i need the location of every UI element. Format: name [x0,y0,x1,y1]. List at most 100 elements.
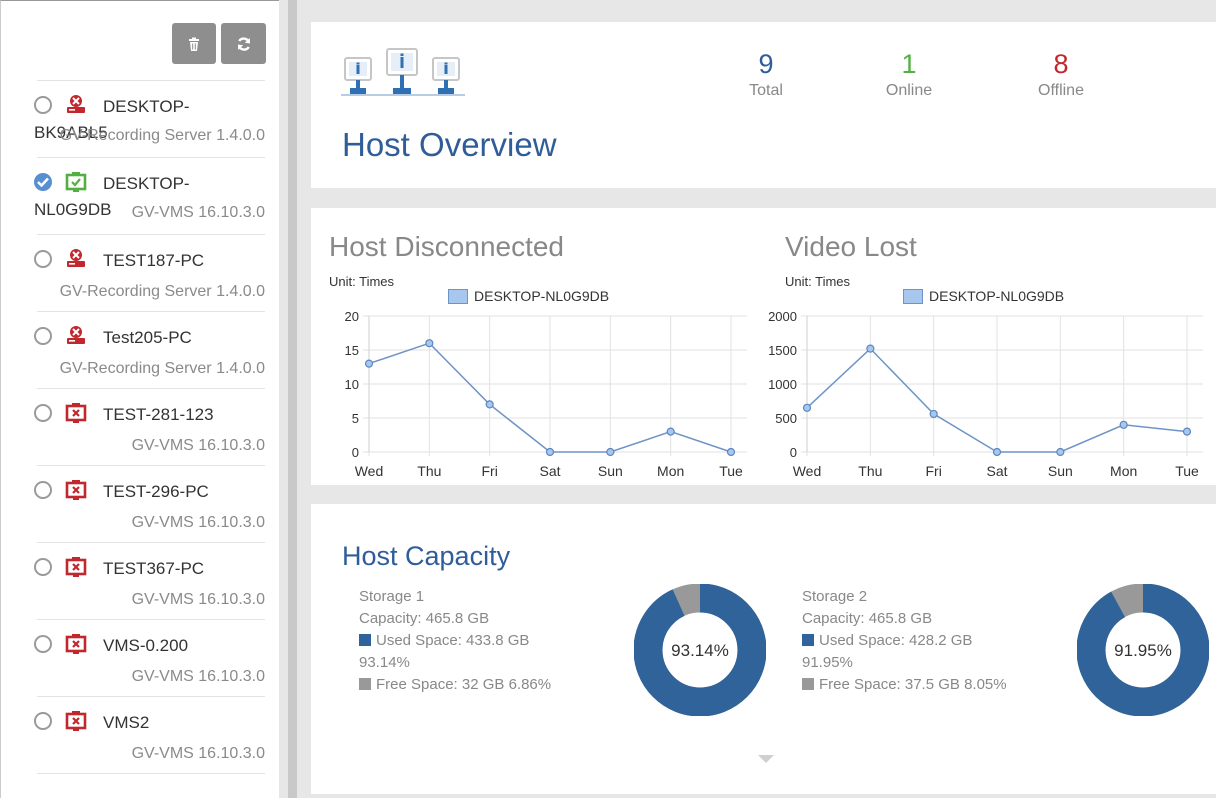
offline-count: 8 [1053,49,1069,79]
y-tick-label: 500 [775,411,797,426]
y-tick-label: 1500 [768,343,797,358]
vms-offline-icon [65,403,87,423]
host-list-item[interactable]: TEST-281-123 GV-VMS 16.10.3.0 [34,389,265,466]
x-tick-label: Mon [657,463,684,479]
host-list-item[interactable]: DESKTOP- NL0G9DB GV-VMS 16.10.3.0 [34,158,265,235]
select-checkbox[interactable] [34,250,52,268]
total-label: Total [749,82,783,99]
select-checkbox[interactable] [34,481,52,499]
video-lost-title: Video Lost [785,231,917,262]
select-checkbox[interactable] [34,558,52,576]
data-point [929,409,938,419]
host-disconnected-legend[interactable]: DESKTOP-NL0G9DB [448,288,609,304]
used-percent: 91.95% [802,654,853,671]
free-swatch [802,678,814,690]
select-checkbox[interactable] [34,712,52,730]
page-title: Host Overview [342,126,557,163]
y-tick-label: 2000 [768,309,797,324]
x-tick-label: Wed [793,463,822,479]
data-point [866,344,875,353]
sidebar-splitter[interactable] [288,0,297,798]
select-checkbox[interactable] [34,96,52,114]
host-name-continued: NL0G9DB [34,200,112,219]
storage-1-info: Storage 1 Capacity: 465.8 GB Used Space:… [359,586,551,696]
data-point [666,427,675,436]
sidebar-toolbar [37,1,266,81]
host-version: GV-VMS 16.10.3.0 [131,514,265,531]
x-tick-label: Tue [719,463,743,479]
total-hosts-stat: 9 Total [721,48,811,100]
delete-button[interactable] [172,23,216,64]
total-count: 9 [758,49,774,79]
x-tick-label: Tue [1175,463,1199,479]
select-checkbox[interactable] [34,635,52,653]
host-version: GV-VMS 16.10.3.0 [131,745,265,762]
used-percent: 93.14% [359,654,410,671]
data-point [364,359,374,368]
storage-2-info: Storage 2 Capacity: 465.8 GB Used Space:… [802,586,1007,696]
x-tick-label: Wed [355,463,384,479]
data-point [425,339,434,348]
host-version: GV-VMS 16.10.3.0 [131,668,265,685]
select-checkbox[interactable] [34,404,52,422]
trash-icon [189,37,199,51]
overview-panel: Host Overview 9 Total 1 Online 8 Offline [311,22,1216,188]
host-disconnected-chart: 0 5 10 15 20 Wed Thu Fri Sat Sun Mon Tue [345,309,747,479]
data-point [1056,447,1065,457]
free-space-row: Free Space: 32 GB 6.86% [359,674,551,696]
free-space-row: Free Space: 37.5 GB 8.05% [802,674,1007,696]
host-list-item[interactable]: TEST367-PC GV-VMS 16.10.3.0 [34,543,265,620]
host-list-item[interactable]: VMS2 GV-VMS 16.10.3.0 [34,697,265,774]
data-point [1119,420,1128,429]
scroll-down-icon[interactable] [757,754,775,764]
x-tick-label: Mon [1110,463,1137,479]
used-swatch [359,634,371,646]
storage-capacity: Capacity: 465.8 GB [359,610,490,627]
storage-name: Storage 1 [359,588,425,605]
host-name: DESKTOP- [103,174,190,193]
used-space-row: Used Space: 433.8 GB [359,630,551,652]
y-tick-label: 15 [345,343,359,358]
host-list-item[interactable]: VMS-0.200 GV-VMS 16.10.3.0 [34,620,265,697]
host-sidebar: DESKTOP- BK9ABL5 GV-Recording Server 1.4.0… [0,0,279,798]
host-name: VMS-0.200 [103,636,189,655]
host-name: Test205-PC [103,328,192,347]
vms-online-icon [65,172,87,192]
video-lost-legend[interactable]: DESKTOP-NL0G9DB [903,288,1064,304]
host-list-item[interactable]: DESKTOP- BK9ABL5 GV-Recording Server 1.4.0… [34,81,265,158]
host-version: GV-VMS 16.10.3.0 [131,437,265,454]
host-name: TEST-281-123 [103,405,214,424]
free-space: Free Space: 37.5 GB 8.05% [819,676,1007,693]
y-tick-label: 0 [790,445,797,460]
x-tick-label: Fri [482,463,498,479]
storage-1-donut: 93.14% [634,584,766,716]
host-name: TEST-296-PC [103,482,209,501]
selected-checkbox[interactable] [34,173,52,191]
y-tick-label: 0 [352,445,359,460]
vms-offline-icon [65,480,87,500]
vms-offline-icon [65,634,87,654]
host-disconnected-title: Host Disconnected [329,231,565,262]
host-name: TEST187-PC [103,251,205,270]
host-name: DESKTOP- [103,97,190,116]
capacity-panel: Host Capacity Storage 1 Capacity: 465.8 … [311,504,1216,794]
storage-1-donut-label: 93.14% [671,641,729,660]
y-tick-label: 10 [345,377,359,392]
offline-label: Offline [1038,82,1084,99]
hosts-network-icon [341,46,465,103]
vms-offline-icon [65,557,87,577]
host-version: GV-Recording Server 1.4.0.0 [59,283,265,300]
refresh-button[interactable] [221,23,266,64]
data-point [545,447,555,457]
legend-swatch [903,288,923,304]
y-tick-label: 5 [352,411,359,426]
x-tick-label: Fri [926,463,942,479]
recording-server-offline-icon [67,326,85,344]
host-list-item[interactable]: TEST187-PC GV-Recording Server 1.4.0.0 [34,235,265,312]
select-checkbox[interactable] [34,327,52,345]
host-list-item[interactable]: TEST-296-PC GV-VMS 16.10.3.0 [34,466,265,543]
x-tick-label: Sat [986,463,1007,479]
host-list-item[interactable]: Test205-PC GV-Recording Server 1.4.0.0 [34,312,265,389]
host-version: GV-VMS 16.10.3.0 [131,591,265,608]
online-label: Online [885,82,933,99]
